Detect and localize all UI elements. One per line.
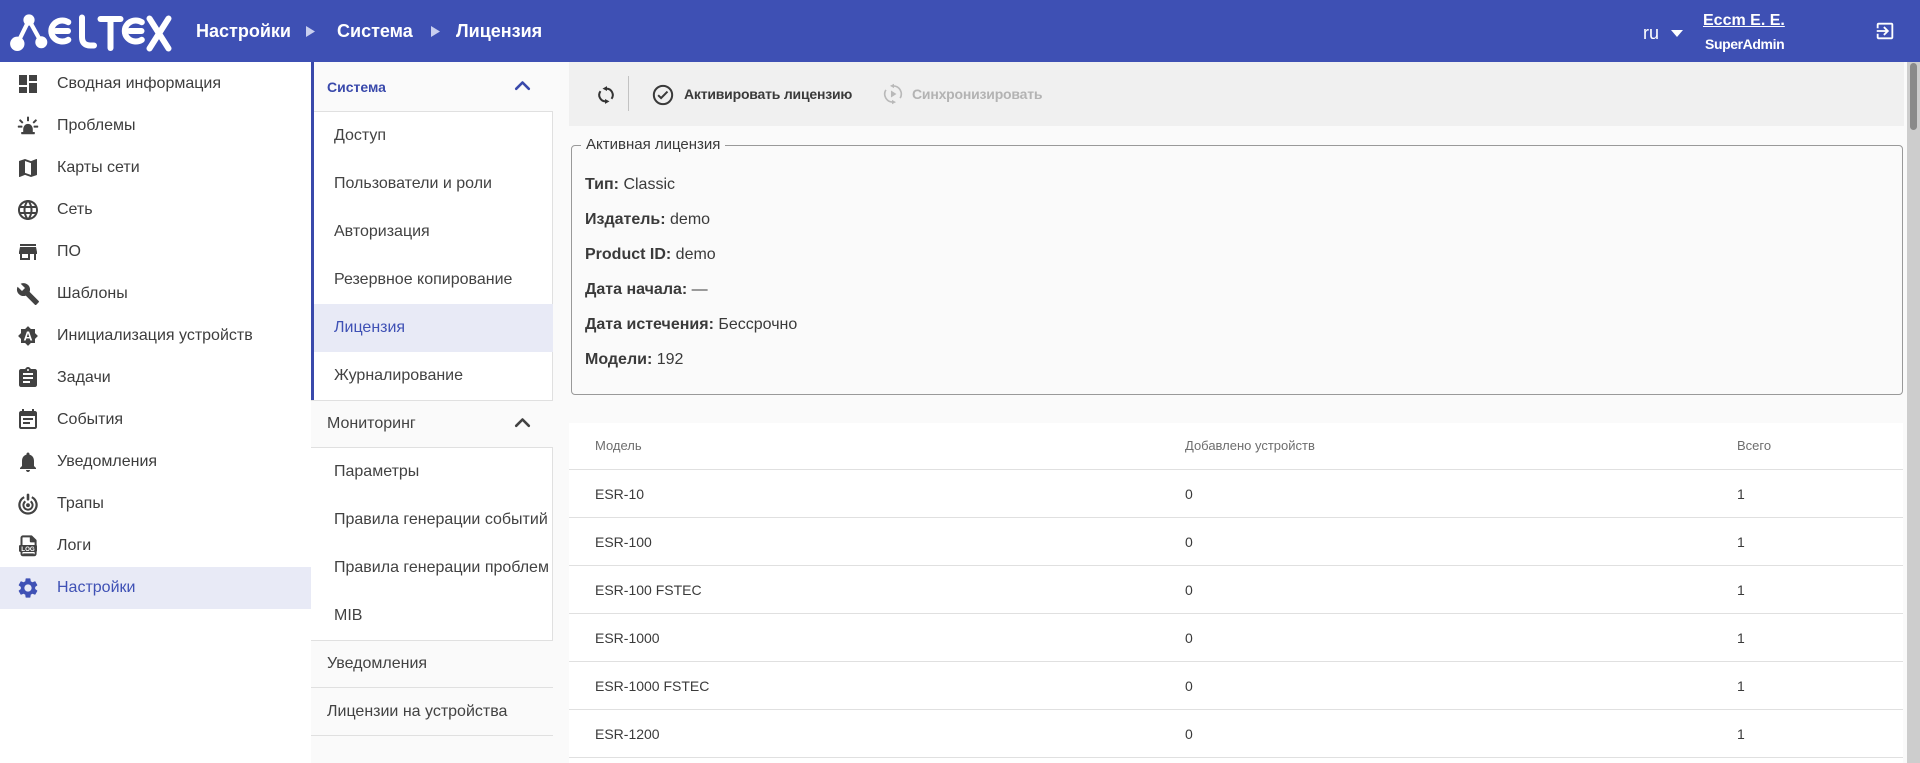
svg-text:LOG: LOG (21, 546, 35, 553)
svg-text:A: A (23, 329, 32, 343)
